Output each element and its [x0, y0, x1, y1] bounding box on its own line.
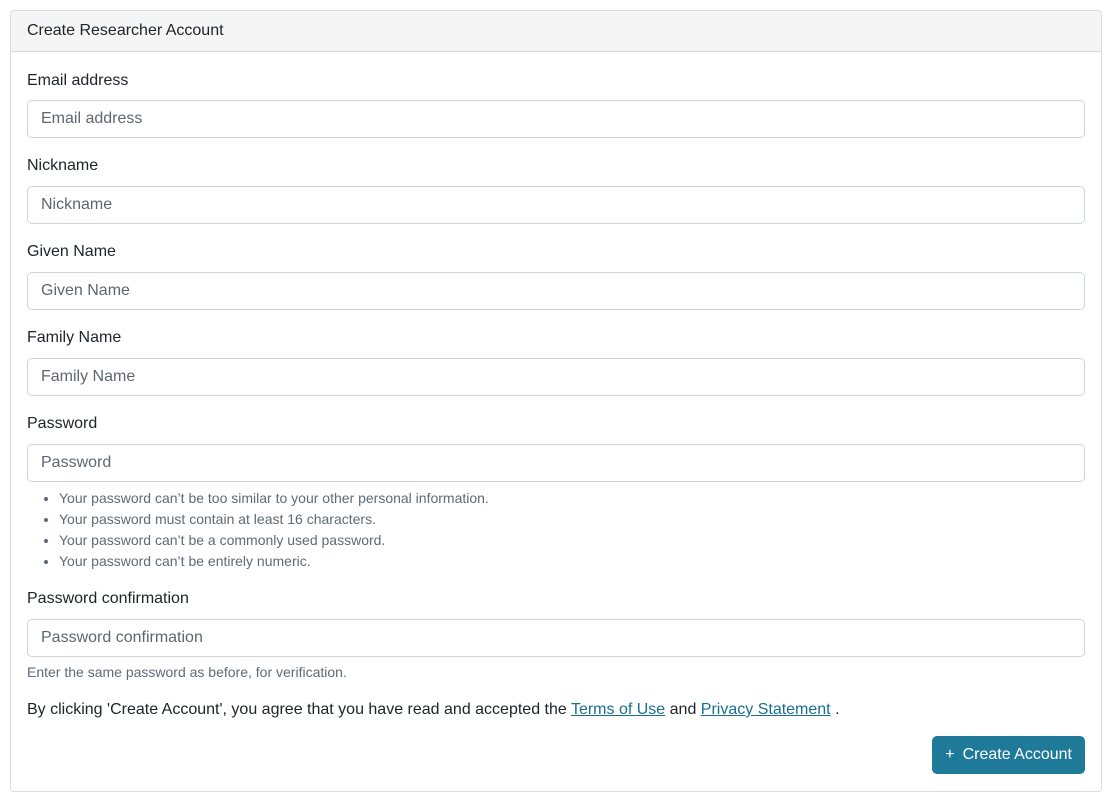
privacy-statement-link[interactable]: Privacy Statement — [701, 701, 831, 718]
agreement-suffix: . — [835, 701, 840, 718]
email-input[interactable] — [27, 100, 1085, 138]
card-body: Email address Nickname Given Name Family… — [11, 71, 1101, 720]
password-label: Password — [27, 415, 98, 432]
password-help-item: Your password can’t be a commonly used p… — [59, 530, 1085, 551]
family-name-label: Family Name — [27, 329, 122, 346]
password-confirmation-help: Enter the same password as before, for v… — [27, 664, 347, 680]
email-label: Email address — [27, 72, 129, 89]
family-name-input[interactable] — [27, 358, 1085, 396]
create-account-label: Create Account — [962, 746, 1072, 763]
given-name-group: Given Name — [27, 242, 1085, 310]
agreement-prefix: By clicking 'Create Account', you agree … — [27, 701, 567, 718]
password-help-item: Your password can’t be entirely numeric. — [59, 551, 1085, 572]
given-name-input[interactable] — [27, 272, 1085, 310]
given-name-label: Given Name — [27, 243, 116, 260]
card-title: Create Researcher Account — [27, 22, 224, 39]
password-help-list: Your password can’t be too similar to yo… — [27, 488, 1085, 572]
password-confirmation-group: Password confirmation Enter the same pas… — [27, 589, 1085, 681]
password-group: Password Your password can’t be too simi… — [27, 414, 1085, 572]
agreement-text: By clicking 'Create Account', you agree … — [27, 700, 1085, 720]
password-confirmation-label: Password confirmation — [27, 590, 189, 607]
password-input[interactable] — [27, 444, 1085, 482]
password-confirmation-input[interactable] — [27, 619, 1085, 657]
nickname-label: Nickname — [27, 157, 99, 174]
password-help-item: Your password must contain at least 16 c… — [59, 509, 1085, 530]
family-name-group: Family Name — [27, 328, 1085, 396]
nickname-group: Nickname — [27, 156, 1085, 224]
password-help-item: Your password can’t be too similar to yo… — [59, 488, 1085, 509]
card-header: Create Researcher Account — [11, 11, 1101, 52]
plus-icon: + — [945, 746, 955, 763]
create-account-button[interactable]: + Create Account — [932, 736, 1085, 774]
create-account-card: Create Researcher Account Email address … — [10, 10, 1102, 792]
email-group: Email address — [27, 71, 1085, 138]
nickname-input[interactable] — [27, 186, 1085, 224]
agreement-middle: and — [669, 701, 697, 718]
terms-of-use-link[interactable]: Terms of Use — [571, 701, 665, 718]
